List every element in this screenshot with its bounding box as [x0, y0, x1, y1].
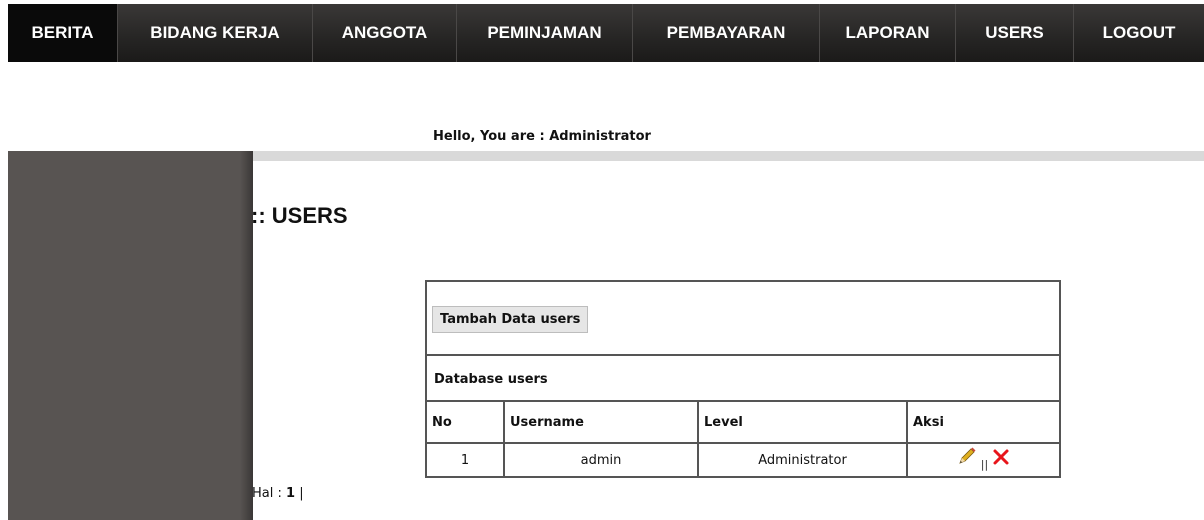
nav-item-users[interactable]: USERS — [956, 4, 1074, 62]
action-separator: || — [980, 458, 989, 471]
nav-item-logout[interactable]: LOGOUT — [1074, 4, 1204, 62]
header-divider — [253, 151, 1204, 161]
header-username: Username — [505, 402, 699, 442]
nav-item-bidang-kerja[interactable]: BIDANG KERJA — [118, 4, 313, 62]
greeting-text: Hello, You are : Administrator — [433, 129, 651, 144]
nav-item-berita[interactable]: BERITA — [8, 4, 118, 62]
left-sidebar — [8, 151, 253, 520]
database-users-label: Database users — [434, 372, 548, 387]
header-aksi: Aksi — [913, 414, 944, 430]
nav-item-peminjaman[interactable]: PEMINJAMAN — [457, 4, 633, 62]
cell-level: Administrator — [699, 444, 908, 476]
header-level: Level — [699, 402, 908, 442]
cell-username: admin — [505, 444, 699, 476]
header-no: No — [427, 402, 505, 442]
page-link-1[interactable]: 1 — [286, 486, 295, 501]
cell-no: 1 — [427, 444, 505, 476]
action-icons: || — [957, 447, 1010, 471]
users-grid: No Username Level Aksi 1 admin Administr… — [427, 402, 1059, 476]
pagination: Hal : 1 | — [252, 486, 304, 501]
cell-aksi: || — [908, 444, 1059, 476]
pencil-icon[interactable] — [957, 446, 977, 470]
table-toolbar: Tambah Data users — [427, 282, 1059, 356]
nav-item-pembayaran[interactable]: PEMBAYARAN — [633, 4, 820, 62]
table-row: 1 admin Administrator || — [427, 444, 1059, 476]
pagination-label: Hal : — [252, 486, 282, 501]
users-table: Tambah Data users Database users No User… — [425, 280, 1061, 478]
table-header-row: No Username Level Aksi — [427, 402, 1059, 444]
top-navigation: BERITA BIDANG KERJA ANGGOTA PEMINJAMAN P… — [8, 4, 1204, 62]
pagination-separator: | — [299, 486, 304, 501]
nav-item-laporan[interactable]: LAPORAN — [820, 4, 956, 62]
page-title: :: USERS — [251, 203, 348, 228]
table-caption: Database users — [427, 356, 1059, 402]
nav-item-anggota[interactable]: ANGGOTA — [313, 4, 457, 62]
close-x-icon[interactable] — [992, 448, 1010, 470]
add-user-button[interactable]: Tambah Data users — [432, 306, 589, 333]
